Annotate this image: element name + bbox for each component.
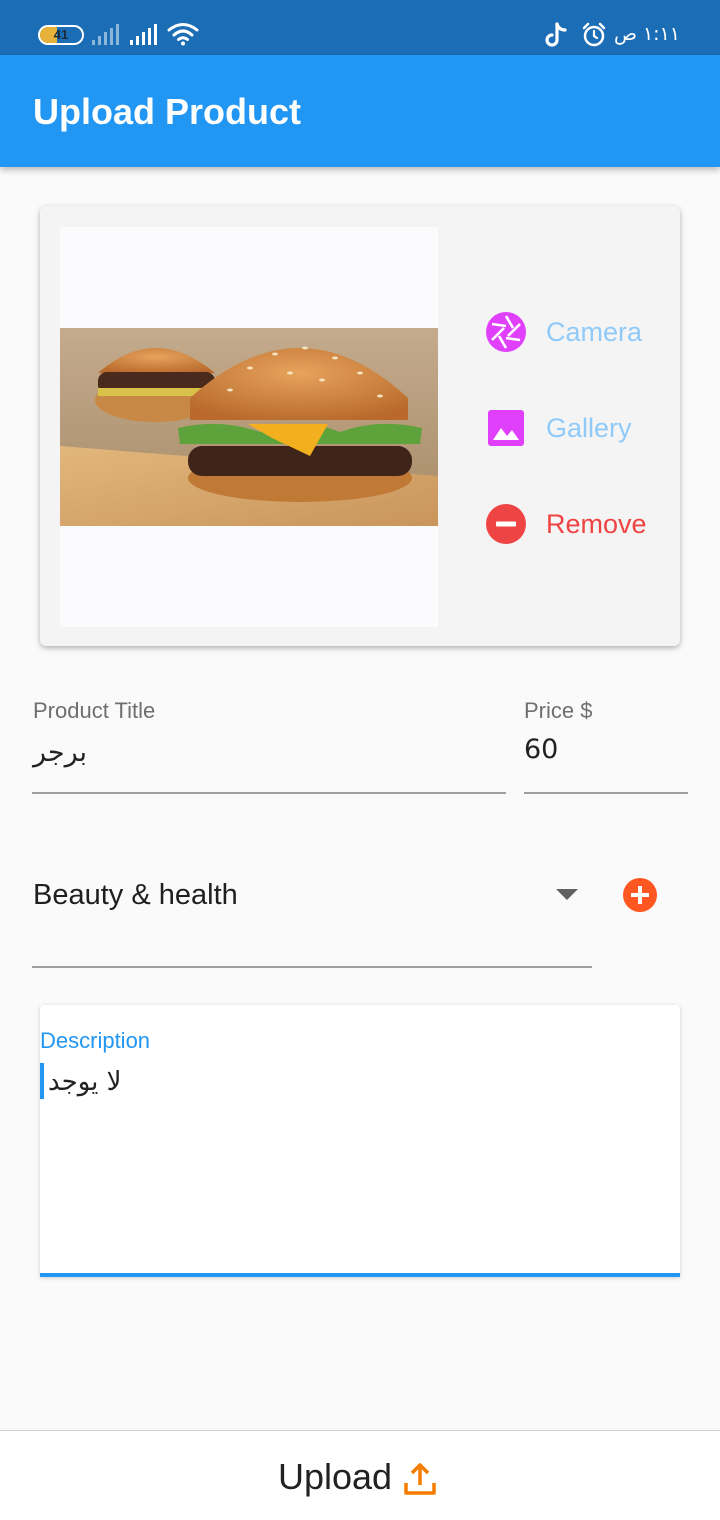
gallery-icon bbox=[488, 410, 524, 446]
text-cursor bbox=[40, 1063, 44, 1099]
signal-icon bbox=[92, 24, 119, 45]
price-underline bbox=[524, 792, 688, 794]
gallery-label: Gallery bbox=[546, 413, 632, 443]
product-title-input[interactable]: برجر bbox=[33, 736, 87, 770]
status-time: ١:١١ ص bbox=[613, 23, 680, 45]
product-image-frame bbox=[60, 227, 438, 627]
remove-button[interactable]: Remove bbox=[486, 502, 676, 546]
page-title: Upload Product bbox=[33, 91, 301, 132]
remove-label: Remove bbox=[546, 509, 647, 539]
upload-icon bbox=[404, 1463, 436, 1495]
camera-icon bbox=[486, 312, 526, 352]
category-dropdown[interactable]: Beauty & health bbox=[33, 877, 238, 913]
product-image bbox=[60, 328, 438, 526]
app-bar: Upload Product bbox=[0, 55, 720, 167]
remove-icon bbox=[486, 504, 526, 544]
camera-label: Camera bbox=[546, 317, 643, 347]
camera-button[interactable]: Camera bbox=[486, 310, 676, 354]
gallery-button[interactable]: Gallery bbox=[486, 406, 676, 450]
description-underline bbox=[40, 1273, 680, 1277]
image-picker-card: Camera Gallery Remove bbox=[40, 206, 680, 646]
product-title-underline bbox=[32, 792, 506, 794]
add-category-icon[interactable] bbox=[623, 878, 657, 912]
battery-percent: 41 bbox=[53, 27, 69, 42]
signal-icon bbox=[130, 24, 157, 45]
battery-icon: 41 bbox=[38, 25, 84, 45]
status-bar: 41 ١:١١ ص bbox=[0, 0, 720, 55]
tiktok-icon bbox=[545, 22, 567, 47]
product-title-label: Product Title bbox=[33, 698, 156, 723]
category-underline bbox=[32, 966, 592, 968]
description-input[interactable]: لا يوجد bbox=[48, 1065, 121, 1099]
price-label: Price $ bbox=[524, 698, 593, 723]
dropdown-arrow-icon[interactable] bbox=[556, 889, 578, 900]
upload-button[interactable]: Upload bbox=[260, 1451, 460, 1507]
description-field[interactable]: Description لا يوجد bbox=[40, 1005, 680, 1277]
description-label: Description bbox=[40, 1028, 151, 1053]
alarm-icon bbox=[582, 22, 606, 47]
bottom-bar: Upload bbox=[0, 1430, 720, 1520]
upload-label: Upload bbox=[278, 1456, 393, 1497]
price-input[interactable]: 60 bbox=[524, 733, 558, 767]
wifi-icon bbox=[167, 23, 199, 46]
